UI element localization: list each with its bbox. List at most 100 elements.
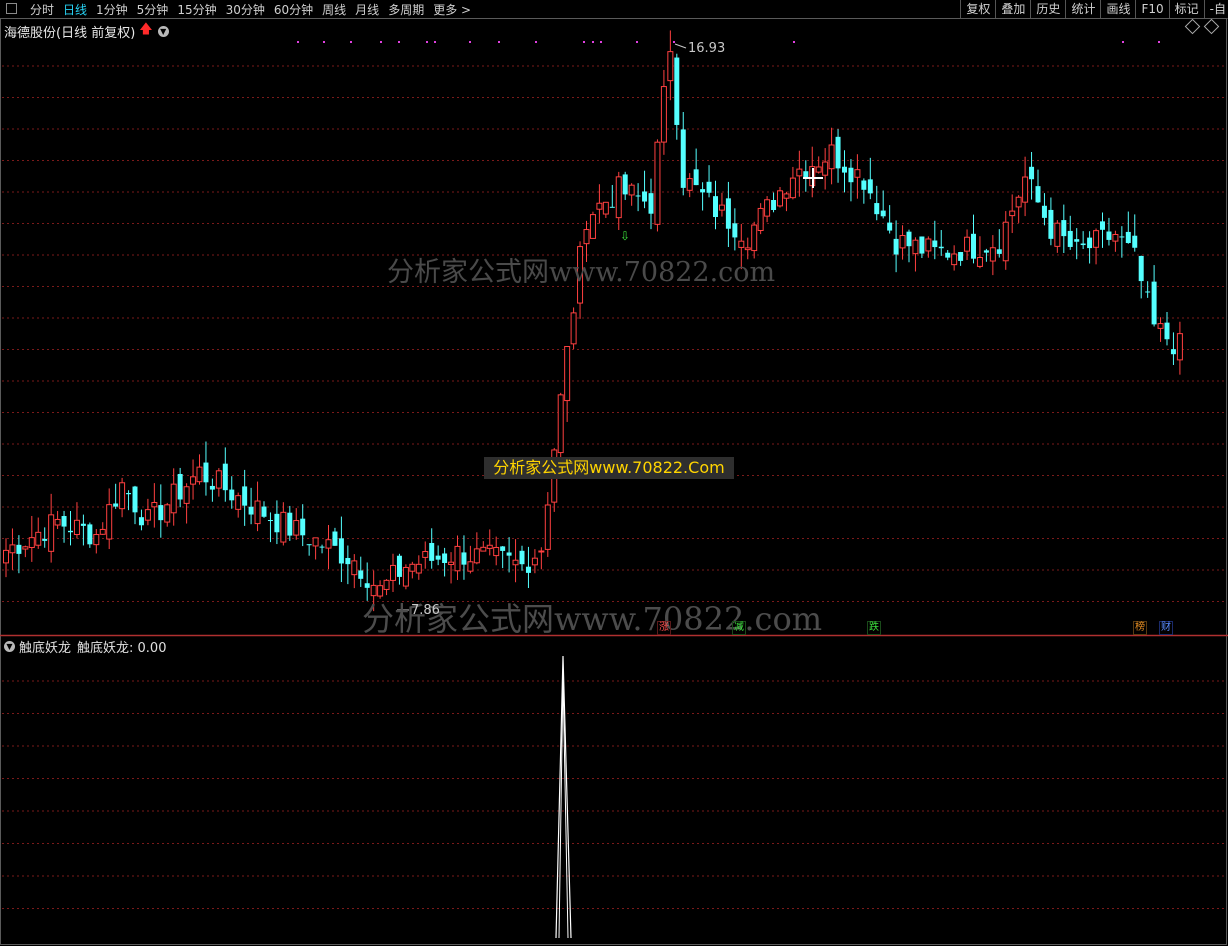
candle-body (880, 210, 886, 217)
candle-body (771, 200, 777, 211)
candle-body (429, 542, 435, 561)
candle-body (1054, 222, 1061, 247)
candle-body (390, 564, 396, 581)
candle-body (215, 470, 222, 489)
candle-body (1067, 230, 1073, 247)
candle-body (1035, 186, 1041, 203)
candle-body (648, 193, 654, 214)
candle-body (158, 505, 164, 521)
candle-body (486, 544, 493, 549)
candle-body (61, 516, 67, 527)
candle-body (222, 463, 228, 491)
candle-body (1093, 230, 1100, 248)
candle-body (854, 169, 861, 178)
candle-body (28, 537, 35, 548)
candle-body (945, 252, 951, 258)
candle-body (713, 196, 718, 218)
badge-cai[interactable]: 财 (1159, 621, 1173, 635)
candle-body (415, 563, 422, 574)
indicator-value: 触底妖龙: 0.00 (77, 641, 167, 656)
candle-body (16, 544, 22, 554)
candle-body (422, 551, 429, 558)
signal-dot (498, 41, 500, 43)
candle-body (9, 544, 16, 554)
candle-body (261, 506, 267, 517)
candle-body (1164, 322, 1170, 340)
candle-body (345, 557, 351, 565)
signal-dot (793, 41, 795, 43)
indicator-name: 触底妖龙 (19, 641, 72, 656)
candle-body (964, 236, 971, 252)
candle-body (248, 506, 254, 515)
candle-body (106, 504, 113, 540)
candle-body (170, 483, 177, 514)
candle-body (267, 520, 273, 522)
candle-body (732, 223, 738, 238)
chevron-down-icon-indicator[interactable]: ▼ (4, 641, 15, 652)
candle-body (500, 546, 506, 551)
candle-body (564, 346, 571, 402)
signal-dot (297, 41, 299, 43)
candle-body (822, 161, 829, 176)
candle-body (912, 239, 919, 255)
candle-body (951, 253, 958, 266)
candle-body (531, 557, 538, 566)
candle-body (642, 191, 648, 202)
candle-body (654, 141, 661, 225)
candle-body (54, 518, 61, 526)
candle-body (22, 546, 29, 550)
chevron-down-icon[interactable]: ▼ (157, 25, 169, 37)
candle-body (764, 199, 771, 217)
watermark-banner: 分析家公式网www.70822.Com (484, 457, 734, 479)
down-arrow-icon: ⇩ (620, 229, 630, 243)
candle-body (906, 231, 912, 247)
candle-body (1170, 349, 1176, 355)
candle-body (660, 86, 667, 143)
candle-body (312, 537, 319, 547)
candle-body (1125, 231, 1131, 244)
candle-body (1157, 323, 1164, 329)
signal-dot (673, 41, 675, 43)
signal-dot (600, 41, 602, 43)
candle-body (519, 550, 525, 565)
signal-dot (426, 41, 428, 43)
candle-body (971, 233, 976, 259)
candle-body (686, 178, 693, 191)
candle-body (209, 485, 215, 490)
candle-body (319, 546, 325, 548)
candle-body (332, 531, 338, 546)
candle-body (42, 538, 48, 541)
candle-body (622, 174, 628, 195)
candle-body (80, 523, 86, 526)
badge-jian[interactable]: 减 (732, 621, 746, 635)
candle-body (306, 544, 312, 546)
candle-body (1145, 291, 1151, 293)
candle-body (280, 511, 287, 543)
candle-body (506, 552, 512, 556)
candle-body (1029, 166, 1035, 180)
candle-body (789, 177, 796, 199)
high-leader (674, 43, 687, 49)
candle-body (454, 545, 461, 572)
candle-body (751, 224, 758, 252)
candle-body (480, 546, 487, 552)
candle-body (589, 214, 596, 239)
candle-body (203, 462, 209, 483)
candle-body (177, 473, 183, 500)
candle-body (183, 486, 190, 504)
signal-dot (434, 41, 436, 43)
badge-die[interactable]: 跌 (867, 621, 881, 635)
candle-body (1009, 210, 1016, 217)
candle-body (919, 236, 925, 254)
signal-dot (535, 41, 537, 43)
high-price-label: 16.93 (688, 41, 726, 56)
candle-body (409, 563, 416, 572)
candle-body (635, 195, 641, 197)
signal-dot (1122, 41, 1124, 43)
candle-body (674, 57, 680, 125)
badge-zhang[interactable]: 涨 (657, 621, 671, 635)
candle-body (467, 561, 474, 572)
signal-dot (350, 41, 352, 43)
candle-body (442, 553, 448, 563)
badge-bang[interactable]: 榜 (1133, 621, 1147, 635)
